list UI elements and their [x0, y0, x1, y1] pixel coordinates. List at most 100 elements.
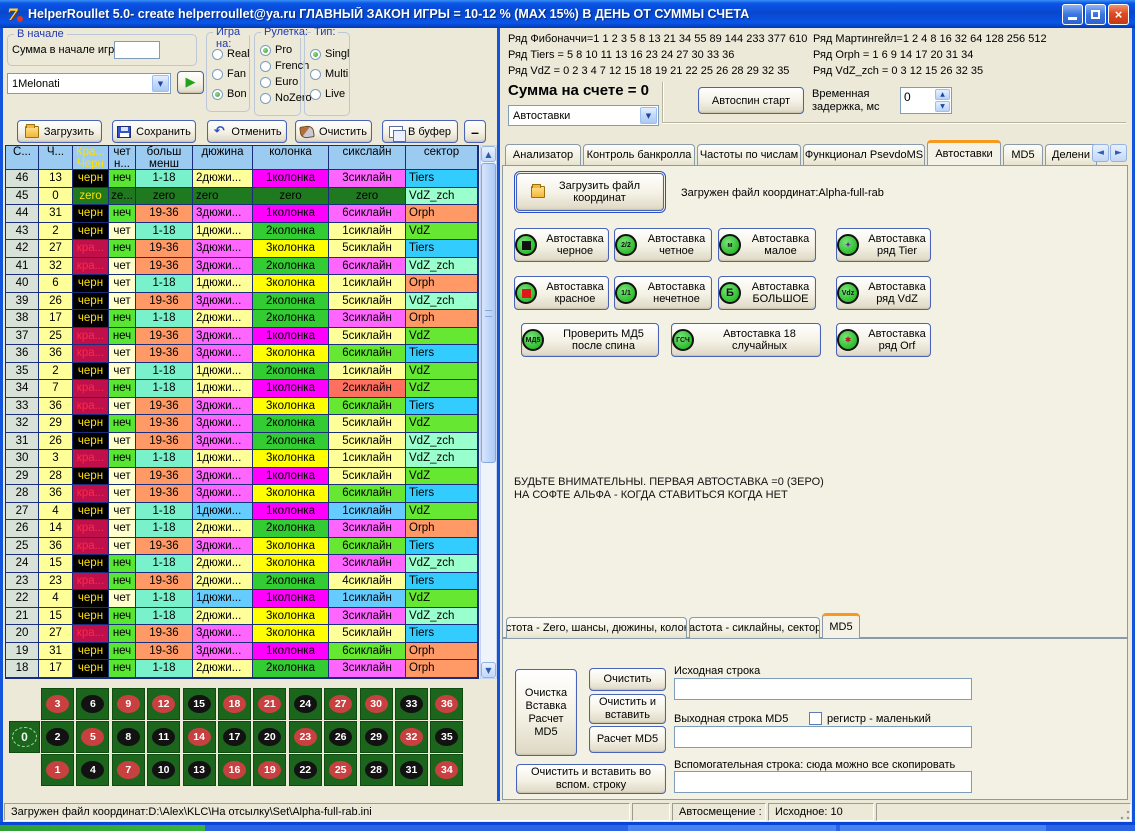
start-button-sliver[interactable] — [0, 825, 205, 831]
radio-option-live[interactable]: Live — [310, 88, 345, 100]
board-number[interactable]: 5 — [76, 721, 109, 753]
table-row[interactable]: 303кра...неч1-181дюжи...3колонка1сиклайн… — [6, 450, 478, 468]
bet-button-6[interactable]: БАвтоставка БОЛЬШОЕ — [718, 276, 816, 310]
board-number[interactable]: 9 — [112, 688, 145, 720]
board-number[interactable]: 33 — [395, 688, 428, 720]
table-row[interactable]: 3636кра...чет19-363дюжи...3колонка6сикла… — [6, 345, 478, 363]
title-bar[interactable]: 7 HelperRoullet 5.0- create helperroulle… — [0, 0, 1135, 28]
table-row[interactable]: 2323кра...неч19-362дюжи...2колонка4сикла… — [6, 573, 478, 591]
board-number[interactable]: 16 — [218, 754, 251, 786]
radio-option-pro[interactable]: Pro — [260, 44, 292, 56]
tab-контроль-банкролла[interactable]: Контроль банкролла — [583, 144, 695, 165]
board-number[interactable]: 1 — [41, 754, 74, 786]
radio-option-euro[interactable]: Euro — [260, 76, 298, 88]
scroll-up-icon[interactable]: ▲ — [481, 146, 496, 162]
radio-option-multi[interactable]: Multi — [310, 68, 348, 80]
board-number[interactable]: 3 — [41, 688, 74, 720]
table-header-cell[interactable]: дюжина — [193, 146, 253, 158]
bottom-tab-0[interactable]: Частота - Zero, шансы, дюжины, колонки — [506, 617, 687, 638]
table-row[interactable]: 2928чернчет19-363дюжи...1колонка5сиклайн… — [6, 468, 478, 486]
table-row[interactable]: 2115черннеч1-182дюжи...3колонка3сиклайнV… — [6, 608, 478, 626]
tab-scroll-left-icon[interactable]: ◄ — [1092, 144, 1109, 162]
board-number[interactable]: 34 — [430, 754, 463, 786]
board-number[interactable]: 11 — [147, 721, 180, 753]
radio-option-singl[interactable]: Singl — [310, 48, 349, 60]
bottom-tab-2[interactable]: MD5 — [822, 613, 860, 638]
table-row[interactable]: 2027кра...неч19-363дюжи...3колонка5сикла… — [6, 625, 478, 643]
table-row[interactable]: 3126чернчет19-363дюжи...2колонка5сиклайн… — [6, 433, 478, 451]
board-number[interactable]: 36 — [430, 688, 463, 720]
tab-md5[interactable]: MD5 — [1003, 144, 1043, 165]
table-row[interactable]: 3817черннеч1-182дюжи...2колонка3сиклайнO… — [6, 310, 478, 328]
scroll-down-icon[interactable]: ▼ — [481, 662, 496, 678]
table-header-cell[interactable]: Черн — [73, 158, 109, 170]
board-number[interactable]: 28 — [360, 754, 393, 786]
tab-анализатор[interactable]: Анализатор — [505, 144, 581, 165]
board-number[interactable]: 2 — [41, 721, 74, 753]
autospin-start-button[interactable]: Автоспин старт — [698, 87, 804, 114]
board-number[interactable]: 23 — [289, 721, 322, 753]
table-row[interactable]: 1817черннеч1-182дюжи...2колонка3сиклайнO… — [6, 660, 478, 678]
bet-button-8[interactable]: МД5Проверить МД5 после спина — [521, 323, 659, 357]
table-row[interactable]: 2836кра...чет19-363дюжи...3колонка6сикла… — [6, 485, 478, 503]
board-number[interactable]: 18 — [218, 688, 251, 720]
md5-button-1[interactable]: Очистить и вставить — [589, 694, 666, 724]
table-header-cell[interactable]: больш — [136, 146, 193, 158]
table-header-cell[interactable]: колонка — [253, 146, 329, 158]
table-row[interactable]: 3926чернчет19-363дюжи...2колонка5сиклайн… — [6, 293, 478, 311]
tab-автоставки[interactable]: Автоставки — [927, 140, 1001, 165]
table-header-cell[interactable] — [193, 158, 253, 170]
radio-option-real[interactable]: Real — [212, 48, 250, 60]
отменить-button[interactable]: ↶Отменить — [207, 120, 287, 143]
bet-button-10[interactable]: ✱Автоставка ряд Orf — [836, 323, 931, 357]
bet-button-7[interactable]: VdzАвтоставка ряд VdZ — [836, 276, 931, 310]
очистить-button[interactable]: Очистить — [295, 120, 372, 143]
board-number[interactable]: 20 — [253, 721, 286, 753]
board-number[interactable]: 12 — [147, 688, 180, 720]
table-row[interactable]: 352чернчет1-181дюжи...2колонка1сиклайнVd… — [6, 363, 478, 381]
chevron-down-icon[interactable]: ▼ — [640, 107, 657, 124]
tab-функционал-psevdoms[interactable]: Функционал PsevdoMS — [803, 144, 925, 165]
bet-button-0[interactable]: Автоставка черное — [514, 228, 609, 262]
table-row[interactable]: 2536кра...чет19-363дюжи...3колонка6сикла… — [6, 538, 478, 556]
table-scrollbar[interactable]: ▲ ▼ — [480, 145, 497, 679]
table-row[interactable]: 2415черннеч1-182дюжи...3колонка3сиклайнV… — [6, 555, 478, 573]
table-header-cell[interactable]: н... — [109, 158, 136, 170]
table-header-cell[interactable]: сектор — [406, 146, 478, 158]
board-number[interactable]: 30 — [360, 688, 393, 720]
md5-output-input[interactable] — [674, 726, 972, 748]
bet-button-1[interactable]: 2/2Автоставка четное — [614, 228, 712, 262]
table-row[interactable]: 450zeroze...zerozerozerozeroVdZ_zch — [6, 188, 478, 206]
table-header-cell[interactable]: менш — [136, 158, 193, 170]
table-row[interactable]: 432чернчет1-181дюжи...2колонка1сиклайнVd… — [6, 223, 478, 241]
table-header-cell[interactable] — [253, 158, 329, 170]
radio-option-fan[interactable]: Fan — [212, 68, 246, 80]
table-row[interactable]: 4227кра...неч19-363дюжи...3колонка5сикла… — [6, 240, 478, 258]
board-number[interactable]: 4 — [76, 754, 109, 786]
сохранить-button[interactable]: Сохранить — [112, 120, 196, 143]
maximize-icon[interactable] — [1085, 4, 1106, 25]
radio-option-bon[interactable]: Bon — [212, 88, 247, 100]
board-number[interactable]: 24 — [289, 688, 322, 720]
board-number[interactable]: 10 — [147, 754, 180, 786]
clear-paste-aux-button[interactable]: Очистить и вставить во вспом. строку — [516, 764, 666, 794]
md5-button-2[interactable]: Расчет MD5 — [589, 726, 666, 753]
resize-grip[interactable] — [1119, 809, 1131, 821]
board-number[interactable]: 6 — [76, 688, 109, 720]
table-row[interactable]: 3725кра...неч19-363дюжи...1колонка5сикла… — [6, 328, 478, 346]
aux-string-input[interactable] — [674, 771, 972, 793]
table-header-cell[interactable]: С... — [6, 146, 39, 158]
close-icon[interactable]: × — [1108, 4, 1129, 25]
table-row[interactable]: 1931черннеч19-363дюжи...1колонка6сиклайн… — [6, 643, 478, 661]
table-header-cell[interactable]: чет — [109, 146, 136, 158]
table-header-cell[interactable] — [329, 158, 406, 170]
table-row[interactable]: 3229черннеч19-363дюжи...2колонка5сиклайн… — [6, 415, 478, 433]
radio-option-french[interactable]: French — [260, 60, 309, 72]
source-string-input[interactable] — [674, 678, 972, 700]
table-row[interactable]: 274чернчет1-181дюжи...1колонка1сиклайнVd… — [6, 503, 478, 521]
board-number[interactable]: 31 — [395, 754, 428, 786]
bet-button-2[interactable]: мАвтоставка малое — [718, 228, 816, 262]
table-header-cell[interactable]: Кра... — [73, 146, 109, 158]
collapse-button[interactable]: – — [464, 120, 486, 143]
table-header-cell[interactable] — [6, 158, 39, 170]
